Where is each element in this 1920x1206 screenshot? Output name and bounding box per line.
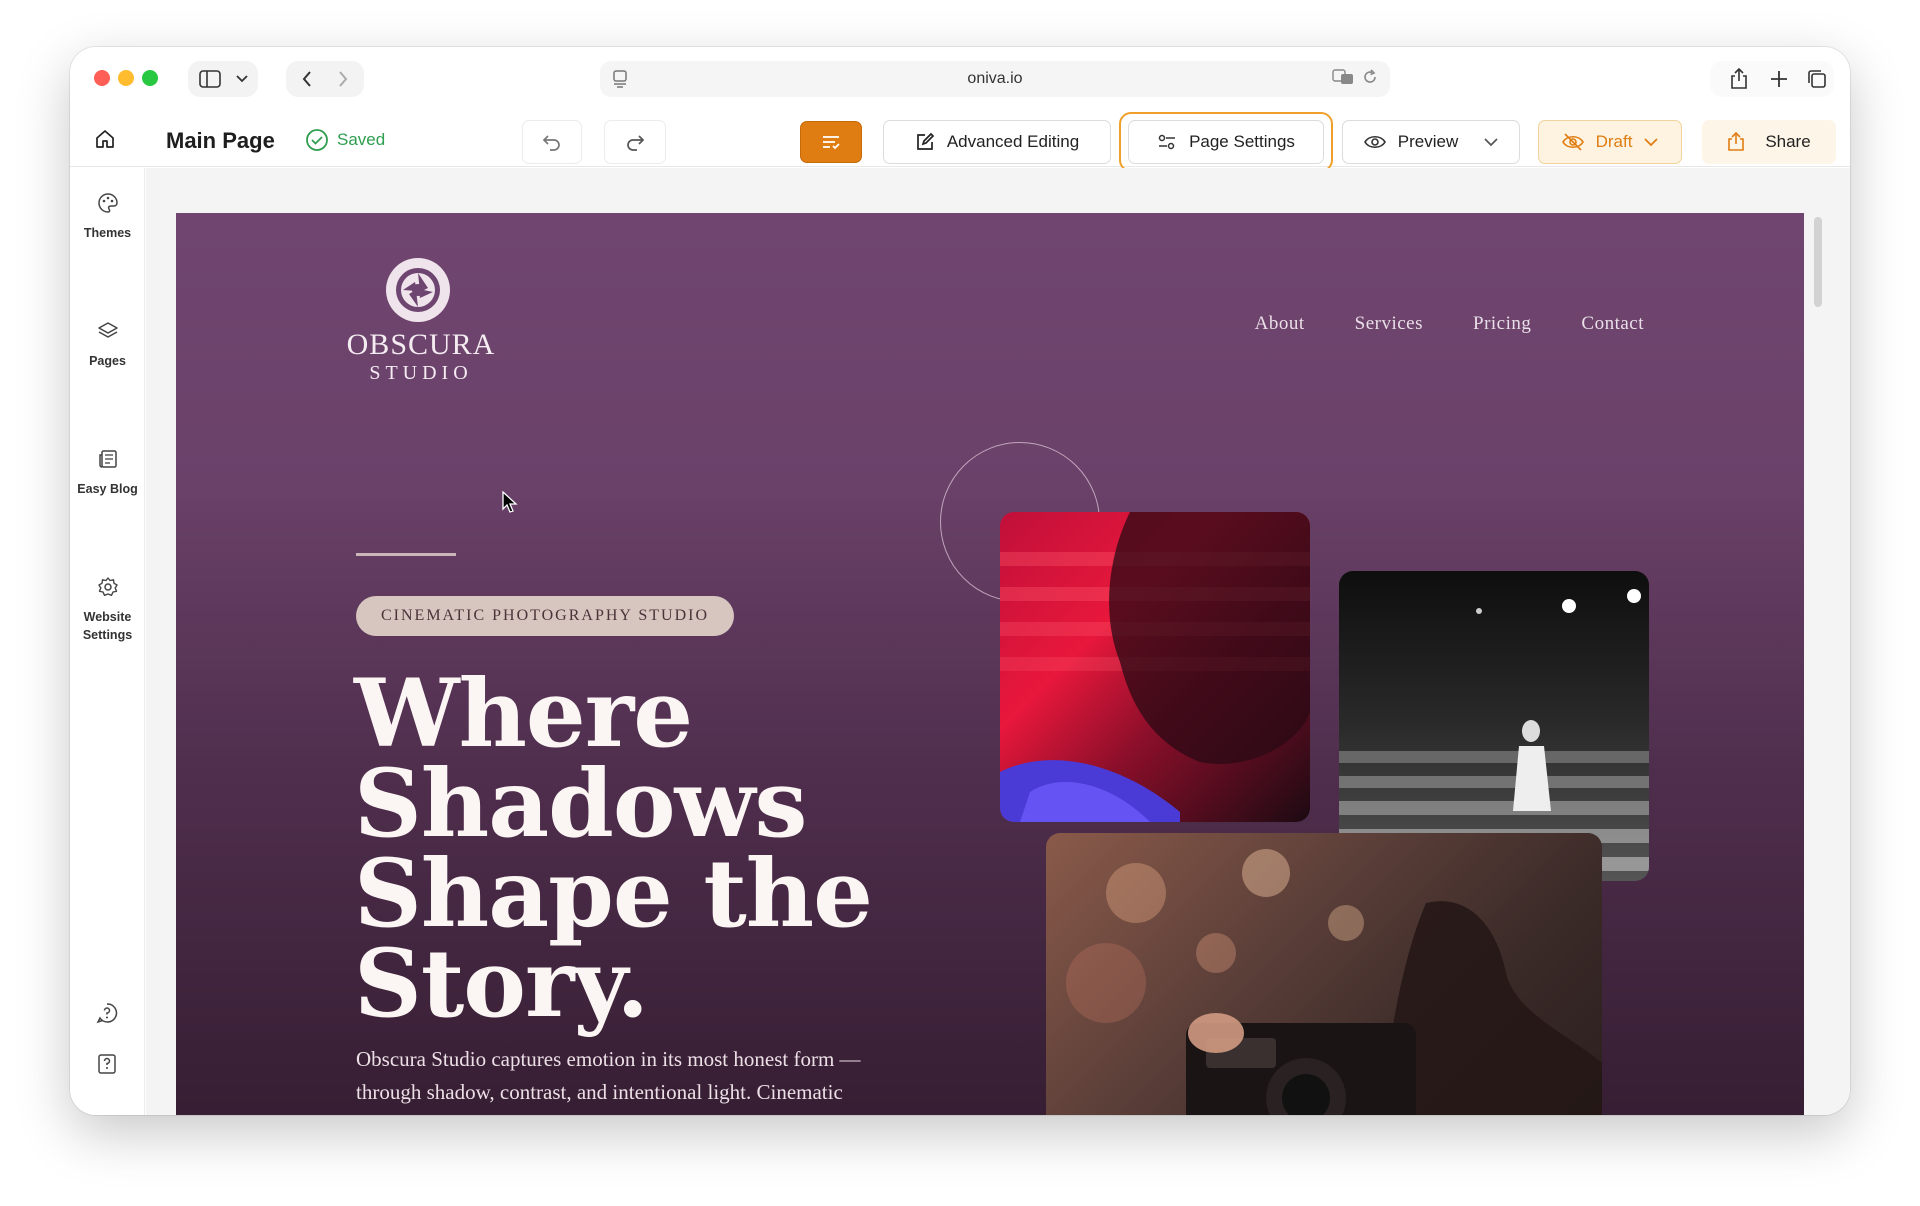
- sidebar-item-pages[interactable]: Pages: [70, 320, 145, 370]
- share-button[interactable]: Share: [1702, 120, 1836, 164]
- undo-icon: [542, 135, 560, 151]
- decorative-rule: [356, 553, 456, 556]
- page-name: Main Page: [166, 128, 275, 153]
- home-icon[interactable]: [94, 129, 116, 154]
- edit-icon: [916, 132, 935, 150]
- logo-name: OBSCURA: [346, 328, 496, 361]
- browser-titlebar: oniva.io: [70, 47, 1850, 109]
- headline-line: Story.: [354, 929, 649, 1039]
- layers-icon: [97, 322, 118, 338]
- undo-button[interactable]: [522, 120, 582, 164]
- tab-overview-icon[interactable]: [1802, 61, 1832, 97]
- site-logo[interactable]: OBSCURA STUDIO: [306, 328, 536, 385]
- browser-window: oniva.io Main Page Saved Advanced Editin…: [70, 47, 1850, 1115]
- headline-line: Shadows: [354, 749, 807, 859]
- reload-icon[interactable]: [1362, 69, 1378, 89]
- editor-sidebar: Themes Pages Easy Blog Website Settings: [70, 168, 145, 1115]
- redo-icon: [627, 135, 645, 151]
- sidebar-item-themes[interactable]: Themes: [70, 192, 145, 242]
- check-circle-icon: [306, 129, 328, 151]
- headline-line: Shape the: [354, 839, 873, 949]
- site-nav: About Services Pricing Contact: [1255, 313, 1644, 335]
- draft-status-button[interactable]: Draft: [1538, 120, 1682, 164]
- sidebar-item-label: Themes: [83, 226, 132, 240]
- nav-link-services[interactable]: Services: [1355, 313, 1423, 335]
- share-sheet-icon[interactable]: [1724, 61, 1754, 97]
- save-status: Saved: [305, 128, 385, 152]
- page-settings-button[interactable]: Page Settings: [1128, 120, 1324, 164]
- editor-toolbar: Main Page Saved Advanced Editing Page Se…: [70, 109, 1850, 172]
- address-bar[interactable]: oniva.io: [600, 61, 1390, 97]
- forward-arrow-icon[interactable]: [326, 61, 360, 97]
- content-list-button[interactable]: [800, 121, 862, 163]
- sidebar-item-label: Easy Blog: [77, 482, 138, 496]
- back-arrow-icon[interactable]: [290, 61, 324, 97]
- close-window-button[interactable]: [94, 70, 110, 86]
- preview-button[interactable]: Preview: [1342, 120, 1520, 164]
- camera-photo[interactable]: [1046, 833, 1602, 1115]
- minimize-window-button[interactable]: [118, 70, 134, 86]
- preview-label: Preview: [1397, 132, 1459, 151]
- eye-off-icon: [1561, 133, 1584, 151]
- eye-icon: [1363, 135, 1386, 149]
- url-text: oniva.io: [967, 70, 1023, 87]
- redo-button[interactable]: [604, 120, 666, 164]
- chevron-down-icon: [1484, 137, 1498, 146]
- logo-subtitle: STUDIO: [369, 362, 473, 384]
- advanced-editing-label: Advanced Editing: [946, 132, 1080, 151]
- list-check-icon: [823, 136, 840, 150]
- draft-label: Draft: [1595, 132, 1633, 151]
- zoom-window-button[interactable]: [142, 70, 158, 86]
- page-settings-label: Page Settings: [1189, 132, 1295, 151]
- headline-line: Where: [354, 659, 693, 769]
- support-doc-icon[interactable]: [97, 1053, 117, 1080]
- upload-icon: [1728, 132, 1745, 151]
- sidebar-item-website-settings[interactable]: Website Settings: [70, 576, 145, 644]
- new-tab-icon[interactable]: [1764, 61, 1794, 97]
- aperture-logo-icon[interactable]: [386, 258, 450, 322]
- sidebar-item-easy-blog[interactable]: Easy Blog: [70, 448, 145, 498]
- sidebar-toggle-icon[interactable]: [194, 61, 226, 97]
- chevron-down-icon: [1644, 137, 1659, 146]
- nav-link-pricing[interactable]: Pricing: [1473, 313, 1531, 335]
- sliders-icon: [1158, 134, 1176, 150]
- translate-icon[interactable]: [1332, 69, 1354, 89]
- nav-link-about[interactable]: About: [1255, 313, 1305, 335]
- nav-link-contact[interactable]: Contact: [1581, 313, 1644, 335]
- chevron-down-icon[interactable]: [230, 61, 254, 97]
- share-label: Share: [1765, 132, 1811, 151]
- gear-icon: [97, 577, 118, 596]
- page-menu-icon[interactable]: [612, 70, 628, 93]
- sidebar-item-label: Website Settings: [82, 610, 133, 642]
- portrait-photo[interactable]: [1000, 512, 1310, 822]
- sidebar-item-label: Pages: [89, 354, 126, 368]
- canvas-scrollbar[interactable]: [1814, 217, 1822, 307]
- saved-label: Saved: [337, 130, 386, 149]
- advanced-editing-button[interactable]: Advanced Editing: [883, 120, 1111, 164]
- blog-icon: [98, 450, 117, 468]
- hero-headline[interactable]: Where Shadows Shape the Story.: [354, 659, 873, 1039]
- hero-paragraph[interactable]: Obscura Studio captures emotion in its m…: [356, 1043, 916, 1115]
- mouse-cursor-icon: [502, 490, 518, 518]
- help-icon[interactable]: [96, 1002, 118, 1029]
- hero-badge: CINEMATIC PHOTOGRAPHY STUDIO: [356, 596, 735, 636]
- palette-icon: [97, 193, 118, 213]
- website-hero[interactable]: OBSCURA STUDIO About Services Pricing Co…: [176, 213, 1804, 1115]
